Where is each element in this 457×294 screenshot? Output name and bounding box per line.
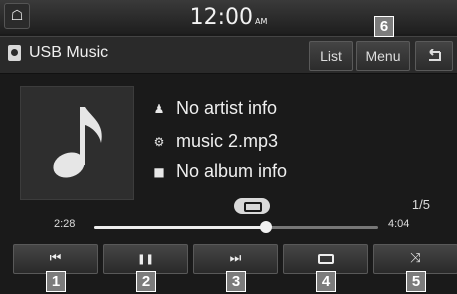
album-art — [20, 86, 134, 200]
repeat-button[interactable] — [283, 244, 368, 274]
back-button[interactable] — [415, 41, 453, 71]
repeat-indicator-icon — [234, 198, 270, 214]
artist-icon: ♟ — [153, 102, 165, 116]
elapsed-time: 2:28 — [54, 218, 76, 230]
callout-3: 3 — [226, 271, 246, 292]
callout-6: 6 — [374, 16, 394, 37]
menu-button[interactable]: Menu — [356, 41, 410, 71]
music-player-screen: ☖ 12:00 AM USB Music List Menu ♟ No artis… — [0, 0, 457, 294]
album-text: No album info — [176, 161, 288, 181]
file-icon: ⚙ — [153, 135, 165, 149]
list-button[interactable]: List — [309, 41, 353, 71]
progress-fill — [94, 226, 266, 229]
track-count: 1/5 — [411, 197, 430, 212]
back-arrow-icon — [429, 48, 441, 61]
next-track-icon: ⏭ — [229, 251, 242, 266]
next-track-button[interactable]: ⏭ — [193, 244, 278, 274]
previous-track-icon: ⏮ — [49, 251, 62, 266]
clock-time: 12:00 — [189, 5, 254, 30]
clock-ampm: AM — [255, 17, 268, 26]
previous-track-button[interactable]: ⏮ — [13, 244, 98, 274]
progress-thumb[interactable] — [259, 221, 272, 233]
shuffle-icon: ⤨ — [410, 251, 421, 266]
repeat-icon — [317, 254, 334, 264]
source-title: USB Music — [29, 44, 109, 61]
callout-4: 4 — [316, 271, 336, 292]
callout-2: 2 — [136, 271, 156, 292]
file-text: music 2.mp3 — [176, 131, 279, 151]
album-icon: ■ — [153, 165, 165, 179]
shuffle-button[interactable]: ⤨ — [373, 244, 457, 274]
pause-icon: ❚❚ — [137, 254, 154, 265]
callout-1: 1 — [46, 271, 66, 292]
total-time: 4:04 — [388, 218, 410, 230]
callout-5: 5 — [406, 271, 426, 292]
progress-bar[interactable] — [94, 221, 378, 233]
music-note-icon — [53, 107, 102, 178]
artist-text: No artist info — [176, 98, 278, 118]
pause-button[interactable]: ❚❚ — [103, 244, 188, 274]
source-header: USB Music List Menu — [0, 36, 457, 74]
usb-music-icon — [8, 45, 21, 61]
